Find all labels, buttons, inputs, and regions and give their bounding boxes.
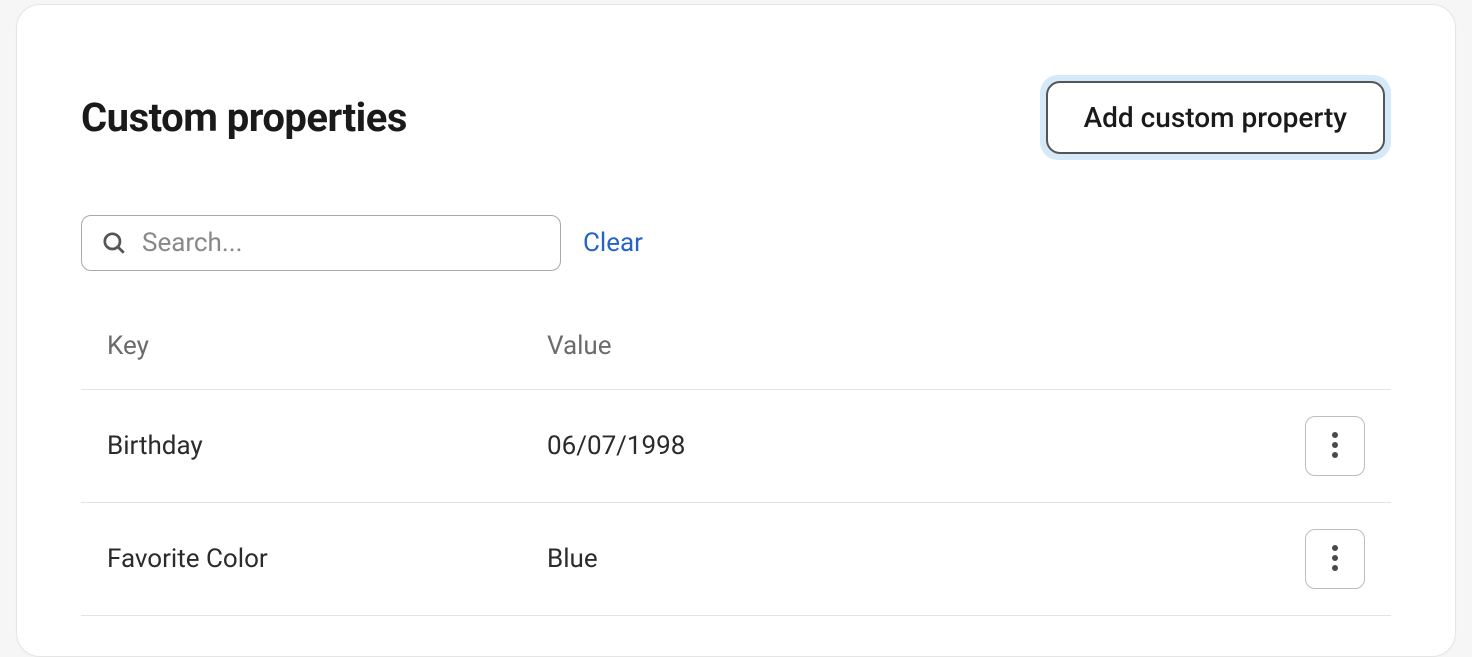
- table-row: Birthday 06/07/1998: [81, 390, 1391, 503]
- property-value: 06/07/1998: [547, 431, 1295, 461]
- add-custom-property-button[interactable]: Add custom property: [1046, 81, 1385, 154]
- table-header: Key Value: [81, 331, 1391, 390]
- properties-table: Key Value Birthday 06/07/1998 Favorite C…: [81, 331, 1391, 616]
- column-header-value: Value: [547, 331, 1295, 361]
- custom-properties-card: Custom properties Add custom property Cl…: [16, 4, 1456, 657]
- search-row: Clear: [81, 215, 1391, 271]
- table-row: Favorite Color Blue: [81, 503, 1391, 616]
- page-title: Custom properties: [81, 94, 407, 141]
- property-key: Birthday: [107, 431, 547, 461]
- clear-button[interactable]: Clear: [583, 228, 643, 258]
- property-value: Blue: [547, 544, 1295, 574]
- search-box[interactable]: [81, 215, 561, 271]
- column-header-key: Key: [107, 331, 547, 361]
- column-header-actions: [1295, 331, 1365, 361]
- add-button-highlight: Add custom property: [1040, 75, 1391, 160]
- header-row: Custom properties Add custom property: [81, 75, 1391, 160]
- search-icon: [100, 229, 128, 257]
- row-actions-button[interactable]: [1305, 416, 1365, 476]
- kebab-icon: [1332, 431, 1338, 462]
- kebab-icon: [1332, 544, 1338, 575]
- search-input[interactable]: [142, 228, 542, 258]
- property-key: Favorite Color: [107, 544, 547, 574]
- row-actions-button[interactable]: [1305, 529, 1365, 589]
